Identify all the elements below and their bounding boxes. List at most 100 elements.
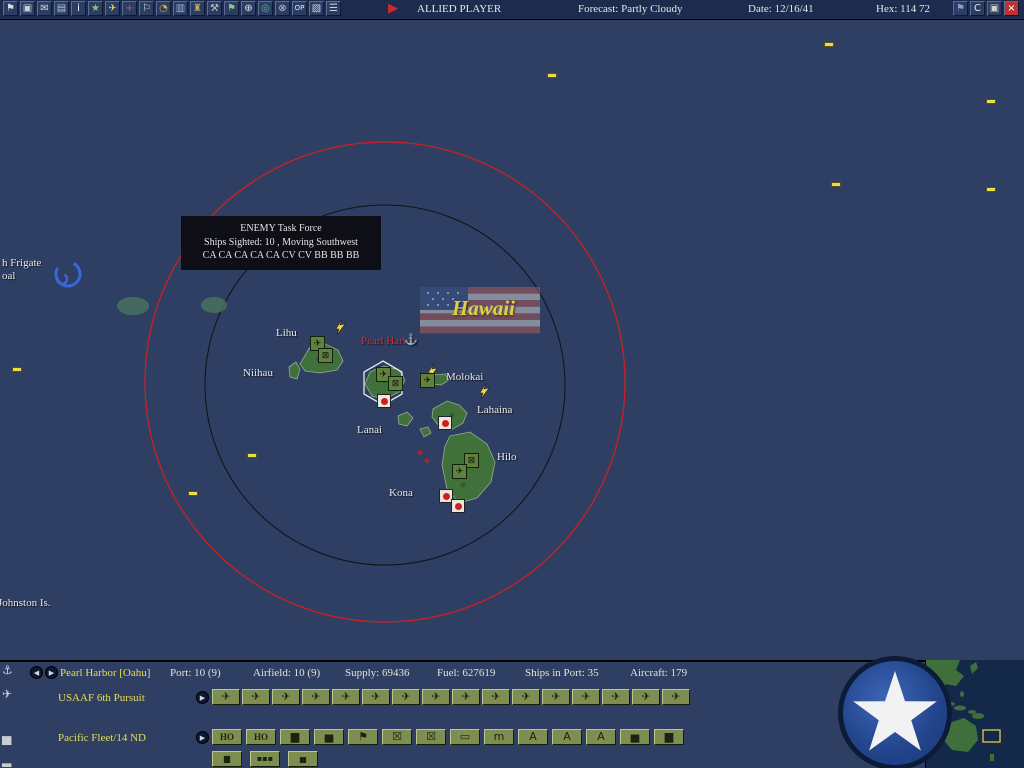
enemy-unit-counter[interactable] (438, 416, 452, 430)
contact-marker (824, 42, 834, 47)
combat-report-button[interactable]: C (970, 1, 985, 16)
end-turn-play-button[interactable]: ▶ (388, 1, 398, 17)
allied-unit-counter[interactable]: ⊠ (318, 348, 333, 363)
allied-unit-counter[interactable]: ✈ (420, 373, 435, 388)
ship-unit-button[interactable]: A (518, 729, 548, 745)
card-icon[interactable]: ▧ (309, 1, 324, 16)
contact-marker (986, 99, 996, 104)
close-button[interactable]: × (1004, 1, 1019, 16)
tooltip-ships: CA CA CA CA CA CV CV BB BB BB (202, 250, 360, 261)
port-stat: Port: 10 (9) (170, 667, 221, 679)
airgroup-name[interactable]: USAAF 6th Pursuit (58, 692, 145, 704)
crosshair-icon[interactable]: ⊕ (241, 1, 256, 16)
chart-icon[interactable]: ▥ (173, 1, 188, 16)
window2-icon[interactable]: ▣ (987, 1, 1002, 16)
ship-unit-button[interactable]: A (552, 729, 582, 745)
mail-icon[interactable]: ✉ (37, 1, 52, 16)
aircraft-group-icon: ✈ (2, 687, 13, 701)
ship-unit-button[interactable]: ▅ (620, 729, 650, 745)
aircraft-unit-button[interactable]: ✈ (482, 689, 510, 705)
date-label: Date: 12/16/41 (748, 3, 814, 15)
reinforce-icon[interactable]: + (122, 1, 137, 16)
aircraft-unit-button[interactable]: ✈ (302, 689, 330, 705)
ship-unit-button[interactable]: ▪▪▪ (250, 751, 280, 767)
player-label: ALLIED PLAYER (417, 3, 502, 15)
ship-unit-button[interactable]: ▅ (314, 729, 344, 745)
next-taskforce-button[interactable]: ▶ (196, 731, 209, 744)
ship-unit-button[interactable]: HO (212, 729, 242, 745)
aircraft-unit-button[interactable]: ✈ (452, 689, 480, 705)
aircraft-unit-button[interactable]: ✈ (212, 689, 240, 705)
ships-in-port-stat: Ships in Port: 35 (525, 667, 599, 679)
gauge-icon[interactable]: ◔ (156, 1, 171, 16)
fort-icon[interactable]: ♜ (190, 1, 205, 16)
list-icon[interactable]: ☰ (326, 1, 341, 16)
ship-unit-button[interactable]: HO (246, 729, 276, 745)
white-star-icon (853, 671, 937, 751)
ship-unit-button[interactable]: ☒ (382, 729, 412, 745)
supply-stat: Supply: 69436 (345, 667, 410, 679)
map-label: Lanai (357, 424, 383, 436)
ship-unit-button[interactable]: ▭ (450, 729, 480, 745)
contact-marker (831, 182, 841, 187)
next-base-button[interactable]: ▶ (45, 666, 58, 679)
next-airgroup-button[interactable]: ▶ (196, 691, 209, 704)
flag-outline-icon[interactable]: ⚐ (139, 1, 154, 16)
ship-unit-button[interactable]: ▆ (212, 751, 242, 767)
aircraft-unit-button[interactable]: ✈ (332, 689, 360, 705)
signal-flag-icon[interactable]: ⚑ (224, 1, 239, 16)
map-label: oal (2, 270, 16, 282)
contact-marker (247, 453, 257, 458)
allied-unit-counter[interactable]: ✈ (452, 464, 467, 479)
aircraft-icon[interactable]: ✈ (105, 1, 120, 16)
ship-group-icon: ▅ (2, 731, 12, 745)
ship-unit-button[interactable]: ☒ (416, 729, 446, 745)
contact-marker (188, 491, 198, 496)
aircraft-unit-button[interactable]: ✈ (422, 689, 450, 705)
aircraft-unit-button[interactable]: ✈ (542, 689, 570, 705)
prev-base-button[interactable]: ◀ (30, 666, 43, 679)
ship-unit-button[interactable]: ▅ (288, 751, 318, 767)
flag-icon[interactable]: ⚑ (3, 1, 18, 16)
save-icon[interactable]: ▤ (54, 1, 69, 16)
gear-icon[interactable]: ⊗ (275, 1, 290, 16)
info-icon[interactable]: i (71, 1, 86, 16)
enemy-unit-counter[interactable] (377, 394, 391, 408)
aircraft-unit-button[interactable]: ✈ (362, 689, 390, 705)
aircraft-unit-button[interactable]: ✈ (662, 689, 690, 705)
ship-unit-button[interactable]: A (586, 729, 616, 745)
base-name[interactable]: Pearl Harbor [Oahu] (60, 667, 150, 679)
minimap-viewport-box[interactable] (982, 729, 1001, 743)
map-overlay: Hawaii Lihu Niihau Molokai Lahaina Lanai Hilo… (0, 0, 1024, 768)
tooltip-title: ENEMY Task Force (240, 223, 322, 234)
port-anchor-icon: ⚓ (2, 663, 13, 677)
game-screen: Hawaii Lihu Niihau Molokai Lahaina Lanai Hilo… (0, 0, 1024, 768)
map-label: Lahaina (477, 404, 513, 416)
aircraft-unit-button[interactable]: ✈ (572, 689, 600, 705)
window-icon[interactable]: ▣ (20, 1, 35, 16)
aircraft-unit-button[interactable]: ✈ (272, 689, 300, 705)
op-button[interactable]: OP (292, 1, 307, 16)
tooltip-sighting: Ships Sighted: 10 , Moving Southwest (204, 236, 358, 248)
aircraft-unit-button[interactable]: ✈ (512, 689, 540, 705)
star-icon[interactable]: ★ (88, 1, 103, 16)
enemy-unit-counter[interactable] (451, 499, 465, 513)
nation-flag-icon[interactable]: ⚑ (953, 1, 968, 16)
map-label: ⚓ (404, 334, 418, 346)
taskforce-name[interactable]: Pacific Fleet/14 ND (58, 732, 146, 744)
contact-marker (986, 187, 996, 192)
tools-icon[interactable]: ⚒ (207, 1, 222, 16)
aircraft-unit-button[interactable]: ✈ (632, 689, 660, 705)
hawaii-territory-label: Hawaii (452, 296, 516, 320)
ship-unit-button[interactable]: ▆ (280, 729, 310, 745)
allied-unit-counter[interactable]: ⊠ (388, 376, 403, 391)
aircraft-unit-button[interactable]: ✈ (392, 689, 420, 705)
globe-icon[interactable]: ◎ (258, 1, 273, 16)
map-label: Lihu (276, 327, 297, 339)
aircraft-unit-button[interactable]: ✈ (602, 689, 630, 705)
ship-unit-button[interactable]: ⚑ (348, 729, 378, 745)
ship-unit-button[interactable]: ▆ (654, 729, 684, 745)
aircraft-unit-button[interactable]: ✈ (242, 689, 270, 705)
map-label: Hilo (497, 451, 517, 463)
ship-unit-button[interactable]: m (484, 729, 514, 745)
